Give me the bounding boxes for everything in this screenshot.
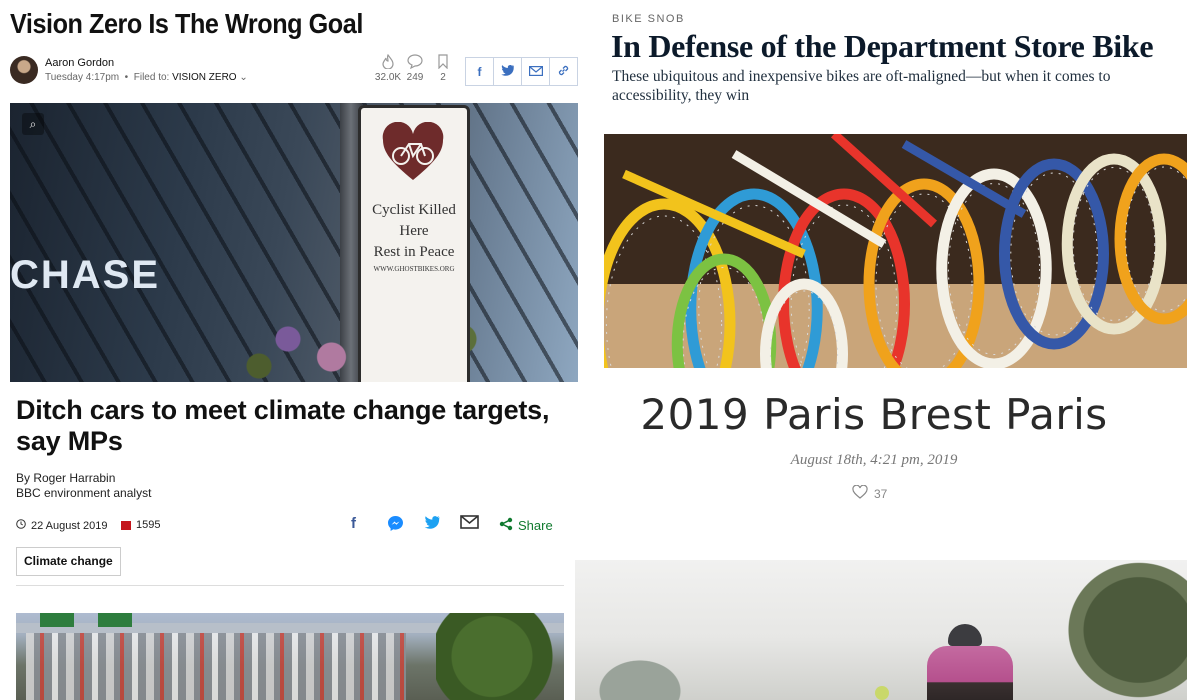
motorway-traffic-photo[interactable] xyxy=(16,613,564,700)
mail-icon[interactable] xyxy=(528,65,543,79)
road-sign xyxy=(40,613,74,627)
publish-time: Tuesday 4:17pm xyxy=(45,72,120,83)
bookmark-count: 2 xyxy=(440,72,446,83)
memorial-sign: Cyclist Killed Here Rest in Peace WWW.GH… xyxy=(358,105,470,382)
traffic-lanes xyxy=(26,633,406,700)
article-meta: Tuesday 4:17pm • Filed to: VISION ZERO ⌄ xyxy=(45,72,248,83)
road-sign xyxy=(98,613,132,627)
memorial-sign-text: Cyclist Killed Here Rest in Peace WWW.GH… xyxy=(361,200,467,275)
roadside-trees xyxy=(436,613,564,700)
chevron-down-icon[interactable]: ⌄ xyxy=(239,72,247,83)
sign-line-3: Rest in Peace xyxy=(373,244,455,260)
post-title[interactable]: 2019 Paris Brest Paris xyxy=(604,390,1144,439)
likes-button[interactable]: 37 xyxy=(852,484,887,502)
link-icon[interactable] xyxy=(557,64,570,80)
meta-separator: • xyxy=(121,72,134,83)
cyclist-jersey xyxy=(927,646,1013,700)
copy-link-button[interactable] xyxy=(550,58,577,85)
bbc-date: 22 August 2019 xyxy=(16,519,107,532)
heart-icon[interactable] xyxy=(852,484,868,502)
author-name[interactable]: Aaron Gordon xyxy=(45,57,114,69)
article-dek: These ubiquitous and inexpensive bikes a… xyxy=(612,68,1111,104)
sign-url: WWW.GHOSTBIKES.ORG xyxy=(373,265,455,273)
share-bar: f xyxy=(465,57,578,86)
facebook-icon[interactable]: f xyxy=(478,65,482,79)
likes-count[interactable]: 37 xyxy=(874,487,887,501)
topic-tag-button[interactable]: Climate change xyxy=(16,547,121,576)
twitter-share-button[interactable] xyxy=(494,58,522,85)
comments-icon[interactable] xyxy=(121,520,131,530)
email-share-button[interactable] xyxy=(522,58,550,85)
cyclist-helmet xyxy=(948,624,982,646)
tree xyxy=(1055,560,1187,700)
facebook-share-button[interactable]: f xyxy=(466,58,494,85)
article-title[interactable]: In Defense of the Department Store Bike xyxy=(611,28,1154,65)
sign-line-1: Cyclist Killed xyxy=(372,202,456,218)
author-avatar[interactable] xyxy=(10,56,38,84)
filed-tag-link[interactable]: VISION ZERO xyxy=(172,72,236,83)
post-date: August 18th, 4:21 pm, 2019 xyxy=(790,452,958,468)
email-icon[interactable] xyxy=(460,515,479,533)
twitter-icon[interactable] xyxy=(424,515,441,533)
bbc-author-role: BBC environment analyst xyxy=(16,486,152,500)
bikes-illustration xyxy=(604,134,1187,368)
bbc-date-text: 22 August 2019 xyxy=(31,519,108,532)
filed-label: Filed to: xyxy=(133,72,170,83)
bbc-headline[interactable]: Ditch cars to meet climate change target… xyxy=(16,395,576,457)
bbc-byline: By Roger Harrabin xyxy=(16,471,116,485)
bbc-comments-count[interactable]: 1595 xyxy=(136,519,160,531)
section-kicker[interactable]: BIKE SNOB xyxy=(612,13,685,25)
heart-bicycle-icon xyxy=(382,122,444,180)
facebook-icon[interactable]: f xyxy=(351,515,356,532)
bookmark-icon[interactable] xyxy=(423,54,463,72)
share-icon[interactable] xyxy=(499,517,513,534)
ghost-bike-memorial-photo[interactable]: CHASE Cyclist Killed Here Rest in Peace … xyxy=(10,103,578,382)
foggy-cyclist-photo[interactable] xyxy=(575,560,1187,700)
distant-cyclist xyxy=(875,686,889,700)
share-button[interactable]: Share xyxy=(499,517,553,534)
comments-count[interactable]: 249 xyxy=(407,72,424,83)
twitter-icon[interactable] xyxy=(500,64,515,79)
clock-icon xyxy=(16,519,26,532)
colorful-bikes-photo[interactable] xyxy=(604,134,1187,368)
divider xyxy=(16,585,564,586)
share-label[interactable]: Share xyxy=(518,518,553,533)
chase-bank-sign: CHASE xyxy=(10,253,161,297)
tree xyxy=(575,642,705,700)
bookmark-stat[interactable]: 2 xyxy=(423,54,463,83)
messenger-icon[interactable] xyxy=(387,515,404,536)
zoom-icon[interactable]: ⌕ xyxy=(22,113,44,135)
article-title[interactable]: Vision Zero Is The Wrong Goal xyxy=(10,8,363,40)
bbc-comments-link[interactable]: 1595 xyxy=(121,519,160,531)
sign-line-2: Here xyxy=(399,223,429,239)
